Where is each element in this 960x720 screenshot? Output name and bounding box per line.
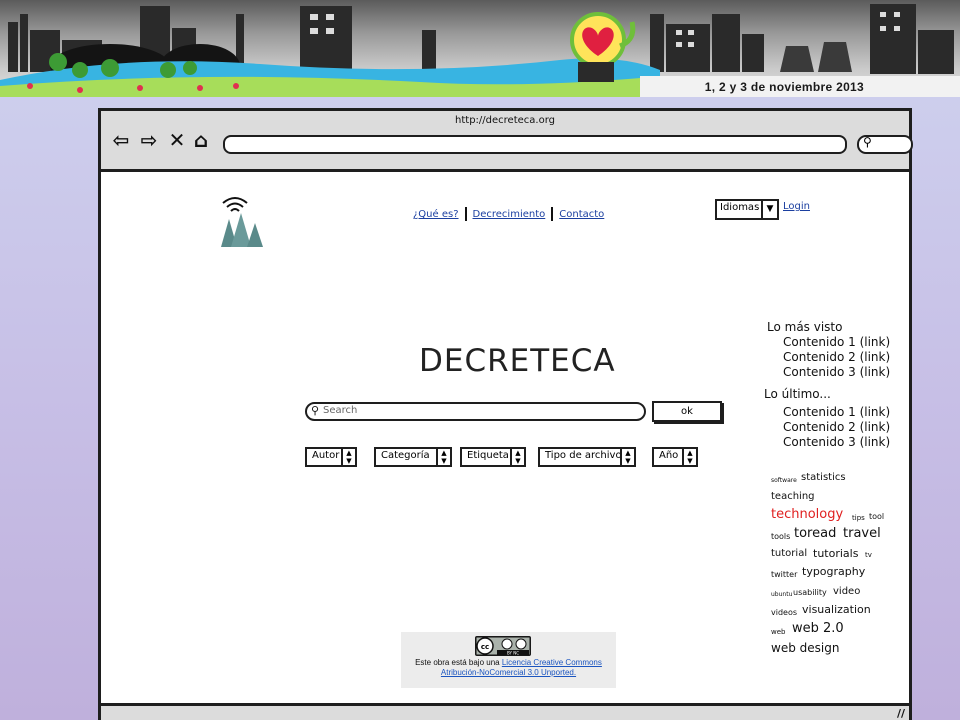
filter-ano[interactable]: Año ▲ ▼ — [652, 447, 698, 467]
tag-link[interactable]: usability — [793, 588, 827, 597]
license-prefix: Este obra está bajo una — [415, 658, 500, 667]
forward-arrow-icon[interactable]: ⇨ — [139, 129, 159, 151]
top-navigation: ¿Qué es? Decrecimiento Contacto — [413, 207, 604, 221]
tag-link[interactable]: travel — [843, 526, 881, 541]
event-banner: 1, 2 y 3 de noviembre 2013 — [0, 0, 960, 97]
chevron-down-icon: ▼ — [761, 201, 777, 218]
tag-link[interactable]: tutorials — [813, 547, 858, 560]
resize-grip-icon[interactable]: // — [897, 707, 905, 720]
language-dropdown-label: Idiomas — [720, 202, 760, 213]
magnifier-icon: ⚲ — [863, 135, 872, 149]
decreteca-logo-icon — [221, 197, 263, 247]
address-bar[interactable] — [223, 135, 847, 154]
tag-link[interactable]: tutorial — [771, 548, 807, 559]
badge-label: BY NC — [507, 650, 519, 655]
browser-search-field[interactable]: ⚲ — [857, 135, 913, 154]
filter-label: Etiqueta — [467, 450, 509, 461]
svg-text:cc: cc — [481, 643, 489, 651]
tag-link[interactable]: tools — [771, 532, 790, 541]
most-viewed-link[interactable]: Contenido 1 (link) — [783, 335, 890, 349]
language-dropdown[interactable]: Idiomas ▼ — [715, 199, 779, 220]
tag-link[interactable]: twitter — [771, 570, 797, 579]
stepper-arrows-icon: ▲ ▼ — [620, 449, 634, 465]
tag-link[interactable]: video — [833, 586, 860, 597]
browser-toolbar: http://decreteca.org ⇦ ⇨ ✕ ⌂ ⚲ — [101, 111, 913, 172]
stepper-arrows-icon: ▲ ▼ — [341, 449, 355, 465]
tag-link[interactable]: web — [771, 628, 785, 636]
latest-link[interactable]: Contenido 1 (link) — [783, 405, 890, 419]
tag-link[interactable]: software — [771, 477, 797, 484]
tag-link[interactable]: ubuntu — [771, 591, 792, 598]
tag-link[interactable]: visualization — [802, 603, 871, 616]
filter-label: Categoría — [381, 450, 430, 461]
ok-button[interactable]: ok — [652, 401, 722, 422]
url-title: http://decreteca.org — [455, 115, 555, 126]
browser-status-bar: // — [101, 703, 909, 720]
nav-separator — [551, 207, 554, 221]
most-viewed-heading: Lo más visto — [767, 320, 843, 334]
browser-window-mockup: http://decreteca.org ⇦ ⇨ ✕ ⌂ ⚲ ¿Qué es? D… — [98, 108, 913, 720]
search-input[interactable]: ⚲ Search — [305, 402, 646, 421]
tag-link[interactable]: web 2.0 — [792, 621, 844, 636]
tag-link[interactable]: toread — [794, 526, 836, 541]
filter-label: Año — [659, 450, 679, 461]
license-text: Este obra está bajo una Licencia Creativ… — [401, 658, 616, 678]
tag-link[interactable]: tv — [865, 551, 872, 559]
latest-link[interactable]: Contenido 2 (link) — [783, 420, 890, 434]
latest-heading: Lo último... — [764, 387, 831, 401]
back-arrow-icon[interactable]: ⇦ — [111, 129, 131, 151]
license-notice: cc BY NC Este obra está bajo una Licenci… — [401, 632, 616, 688]
most-viewed-link[interactable]: Contenido 2 (link) — [783, 350, 890, 364]
search-placeholder: Search — [323, 405, 358, 416]
latest-link[interactable]: Contenido 3 (link) — [783, 435, 890, 449]
nav-link-decrecimiento[interactable]: Decrecimiento — [473, 209, 546, 220]
license-link-version[interactable]: Atribución-NoComercial 3.0 Unported. — [441, 668, 576, 677]
close-x-icon[interactable]: ✕ — [167, 129, 187, 151]
tag-link[interactable]: statistics — [801, 472, 846, 483]
tag-link[interactable]: web design — [771, 641, 839, 655]
tag-link[interactable]: videos — [771, 608, 797, 617]
site-title: DECRETECA — [419, 343, 616, 379]
filter-tipo-de-archivo[interactable]: Tipo de archivo ▲ ▼ — [538, 447, 636, 467]
filter-categoria[interactable]: Categoría ▲ ▼ — [374, 447, 452, 467]
tag-link[interactable]: tips — [852, 514, 865, 522]
filter-etiqueta[interactable]: Etiqueta ▲ ▼ — [460, 447, 526, 467]
stepper-arrows-icon: ▲ ▼ — [436, 449, 450, 465]
filter-label: Autor — [312, 450, 340, 461]
event-date: 1, 2 y 3 de noviembre 2013 — [704, 80, 864, 94]
tag-link[interactable]: typography — [802, 565, 865, 578]
home-icon[interactable]: ⌂ — [191, 129, 211, 151]
filter-autor[interactable]: Autor ▲ ▼ — [305, 447, 357, 467]
creative-commons-badge-icon[interactable]: cc BY NC — [475, 636, 531, 656]
login-link[interactable]: Login — [783, 201, 810, 212]
nav-link-que-es[interactable]: ¿Qué es? — [413, 209, 459, 220]
tag-link[interactable]: tool — [869, 512, 884, 521]
tag-link[interactable]: technology — [771, 507, 843, 522]
stepper-arrows-icon: ▲ ▼ — [682, 449, 696, 465]
nav-separator — [464, 207, 467, 221]
nav-link-contacto[interactable]: Contacto — [559, 209, 604, 220]
license-link[interactable]: Licencia Creative Commons — [502, 658, 602, 667]
most-viewed-link[interactable]: Contenido 3 (link) — [783, 365, 890, 379]
filter-label: Tipo de archivo — [545, 450, 622, 461]
tag-link[interactable]: teaching — [771, 491, 815, 502]
stepper-arrows-icon: ▲ ▼ — [510, 449, 524, 465]
search-icon: ⚲ — [311, 404, 320, 417]
